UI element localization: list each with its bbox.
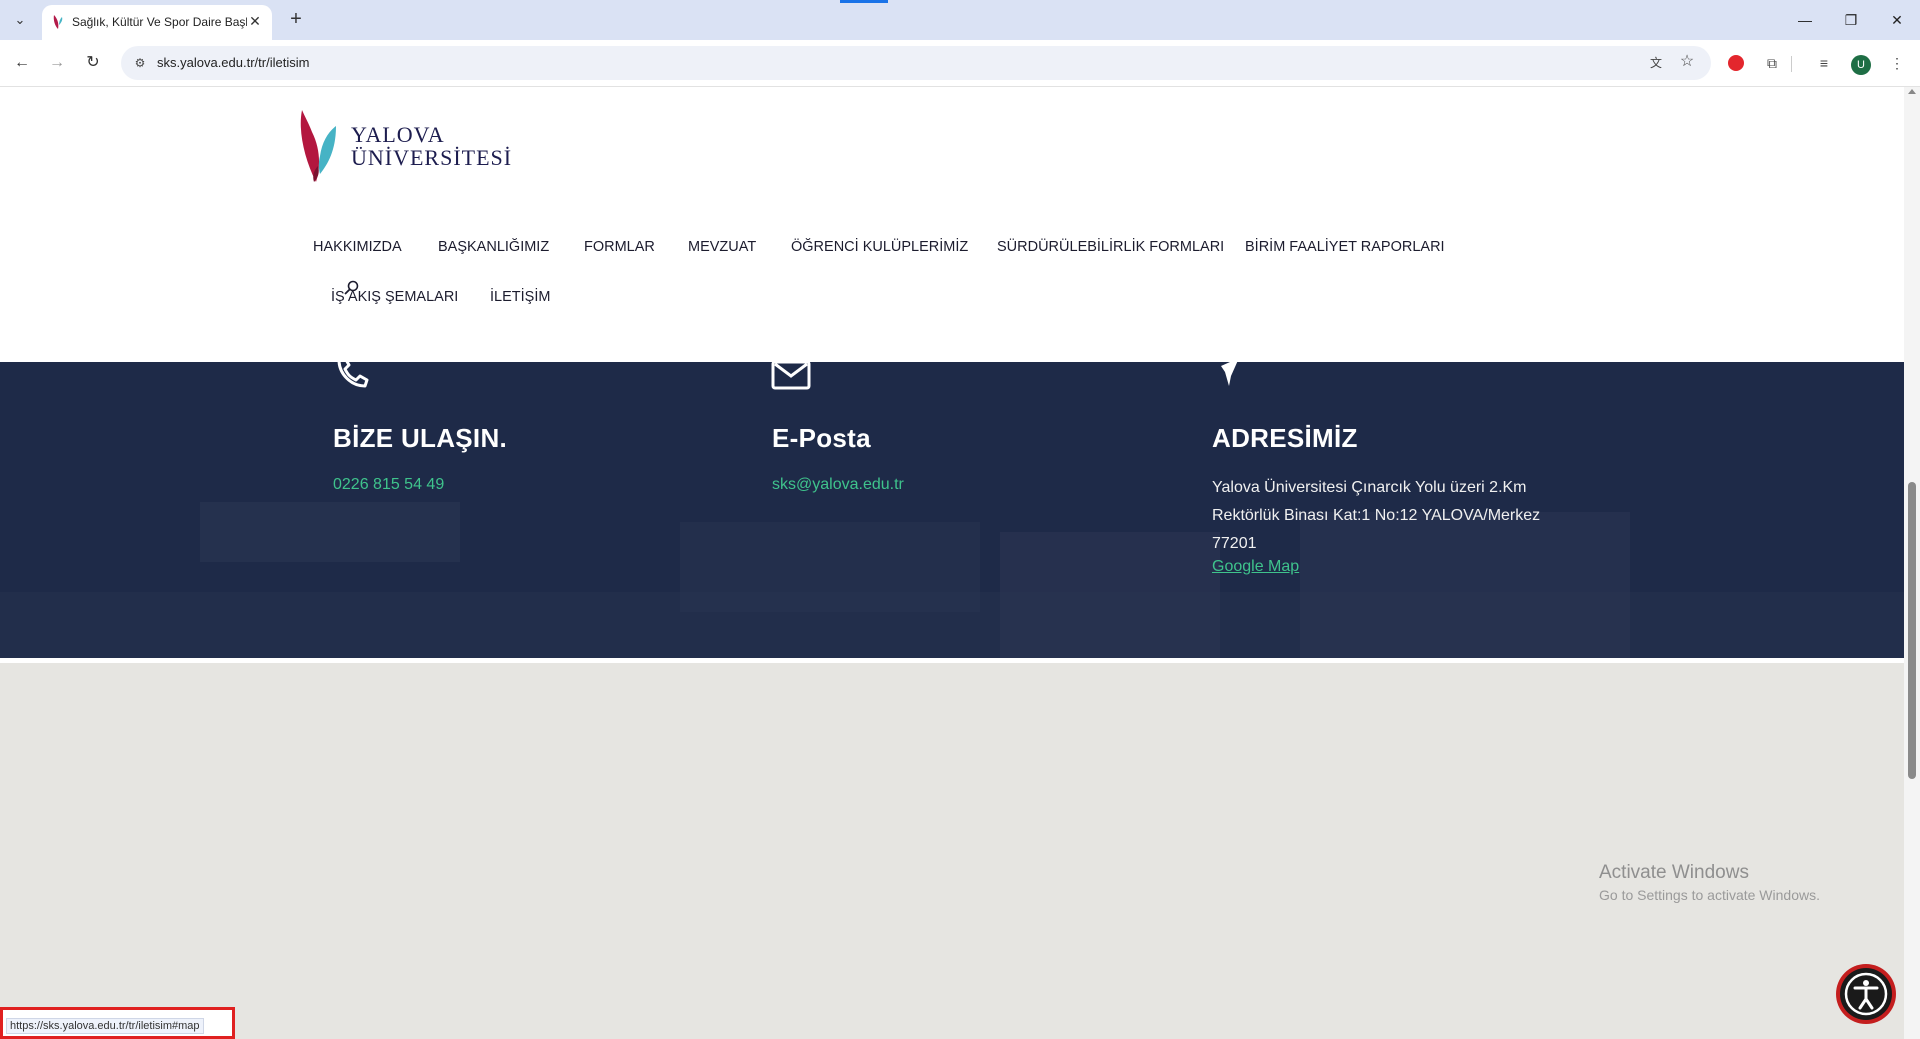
accessibility-person-icon <box>1844 972 1888 1016</box>
extensions-puzzle-icon[interactable]: ⧉ <box>1761 52 1783 74</box>
browser-toolbar: ← → ↻ ⚙ sks.yalova.edu.tr/tr/iletisim 文 … <box>0 40 1920 87</box>
address-text: Yalova Üniversitesi Çınarcık Yolu üzeri … <box>1212 479 1541 552</box>
envelope-icon <box>771 362 811 390</box>
campus-building-silhouette <box>200 502 460 562</box>
nav-item-iletisim[interactable]: İLETİŞİM <box>490 289 550 305</box>
address-heading: ADRESİMİZ <box>1212 423 1358 453</box>
opera-extension-icon[interactable] <box>1725 52 1747 74</box>
nav-item-hakkimizda[interactable]: HAKKIMIZDA <box>313 239 402 255</box>
activate-windows-subtitle: Go to Settings to activate Windows. <box>1599 887 1820 903</box>
back-button[interactable]: ← <box>10 51 34 75</box>
logo-text-line2: ÜNİVERSİTESİ <box>351 145 513 170</box>
browser-tab[interactable]: Sağlık, Kültür Ve Spor Daire Başk ✕ <box>42 5 272 40</box>
window-close-button[interactable]: ✕ <box>1874 0 1920 40</box>
phone-number-link[interactable]: 0226 815 54 49 <box>333 476 444 494</box>
search-icon[interactable] <box>343 279 361 297</box>
accessibility-button[interactable] <box>1836 964 1896 1024</box>
nav-item-baskanligimiz[interactable]: BAŞKANLIĞIMIZ <box>438 239 549 255</box>
new-tab-button[interactable]: + <box>284 8 308 32</box>
embedded-map[interactable] <box>0 663 1904 1039</box>
nav-item-surdurulebilirlik[interactable]: SÜRDÜRÜLEBİLİRLİK FORMLARI <box>997 239 1224 255</box>
campus-ground-silhouette <box>0 592 1904 658</box>
tab-strip: ⌄ Sağlık, Kültür Ve Spor Daire Başk ✕ + … <box>0 0 1920 40</box>
scroll-up-arrow-icon[interactable] <box>1908 89 1916 94</box>
page-scrollbar[interactable] <box>1904 87 1920 1039</box>
browser-menu-icon[interactable]: ⋮ <box>1886 52 1908 74</box>
contact-section: BİZE ULAŞIN. E-Posta ADRESİMİZ 0226 815 … <box>0 362 1904 658</box>
nav-item-formlar[interactable]: FORMLAR <box>584 239 655 255</box>
address-bar[interactable]: ⚙ sks.yalova.edu.tr/tr/iletisim 文 ☆ <box>121 46 1711 80</box>
university-logo[interactable]: YALOVA ÜNİVERSİTESİ <box>298 108 511 184</box>
tab-title: Sağlık, Kültür Ve Spor Daire Başk <box>72 15 247 29</box>
nav-item-faaliyet-raporlari[interactable]: BİRİM FAALİYET RAPORLARI <box>1245 239 1445 255</box>
media-control-icon[interactable]: ≡ <box>1813 52 1835 74</box>
url-text[interactable]: sks.yalova.edu.tr/tr/iletisim <box>157 55 309 70</box>
site-info-icon[interactable]: ⚙ <box>131 54 149 72</box>
scrollbar-thumb[interactable] <box>1908 482 1916 779</box>
profile-avatar[interactable]: U <box>1850 52 1872 75</box>
reload-button[interactable]: ↻ <box>81 51 105 75</box>
phone-heading: BİZE ULAŞIN. <box>333 423 508 453</box>
activate-windows-title: Activate Windows <box>1599 862 1749 883</box>
status-url-text: https://sks.yalova.edu.tr/tr/iletisim#ma… <box>6 1018 204 1034</box>
forward-button[interactable]: → <box>45 51 69 75</box>
accessibility-icon-bg <box>1840 968 1892 1020</box>
tab-search-chevron-icon[interactable]: ⌄ <box>6 8 34 32</box>
location-pin-icon <box>1221 362 1238 386</box>
link-status-bubble: https://sks.yalova.edu.tr/tr/iletisim#ma… <box>0 1007 235 1039</box>
window-restore-button[interactable]: ❐ <box>1828 0 1874 40</box>
university-logo-mark <box>300 110 336 182</box>
bookmark-star-icon[interactable]: ☆ <box>1677 52 1697 72</box>
toolbar-divider <box>1791 56 1792 72</box>
window-minimize-button[interactable]: — <box>1782 0 1828 40</box>
phone-icon <box>337 362 369 388</box>
email-heading: E-Posta <box>772 423 871 453</box>
nav-item-ogrenci-kulupleri[interactable]: ÖĞRENCİ KULÜPLERİMİZ <box>791 239 968 255</box>
nav-item-mevzuat[interactable]: MEVZUAT <box>688 239 756 255</box>
yalova-favicon-icon <box>53 15 63 29</box>
translate-icon[interactable]: 文 <box>1647 54 1665 72</box>
tab-close-icon[interactable]: ✕ <box>246 12 264 30</box>
google-map-link[interactable]: Google Map <box>1212 558 1299 576</box>
tab-group-indicator <box>840 0 888 3</box>
email-link[interactable]: sks@yalova.edu.tr <box>772 476 904 494</box>
